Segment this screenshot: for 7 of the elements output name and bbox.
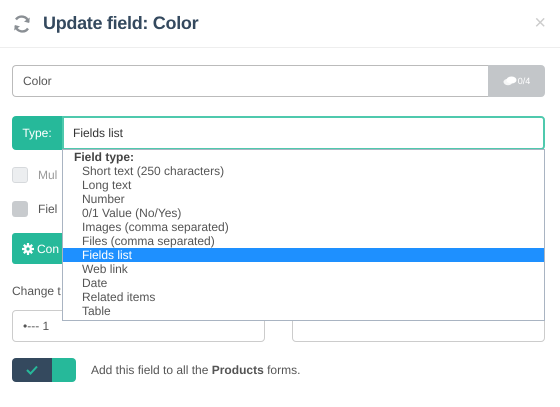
dialog-title: Update field: Color	[43, 13, 198, 34]
checkbox-label: Fiel	[38, 202, 58, 216]
toggle-description: Add this field to all the Products forms.	[91, 363, 300, 377]
position-label: Change t	[12, 284, 61, 298]
checkbox-label: Mul	[38, 168, 58, 182]
type-label: Type:	[12, 116, 62, 150]
group-header: Field type:	[73, 150, 136, 164]
